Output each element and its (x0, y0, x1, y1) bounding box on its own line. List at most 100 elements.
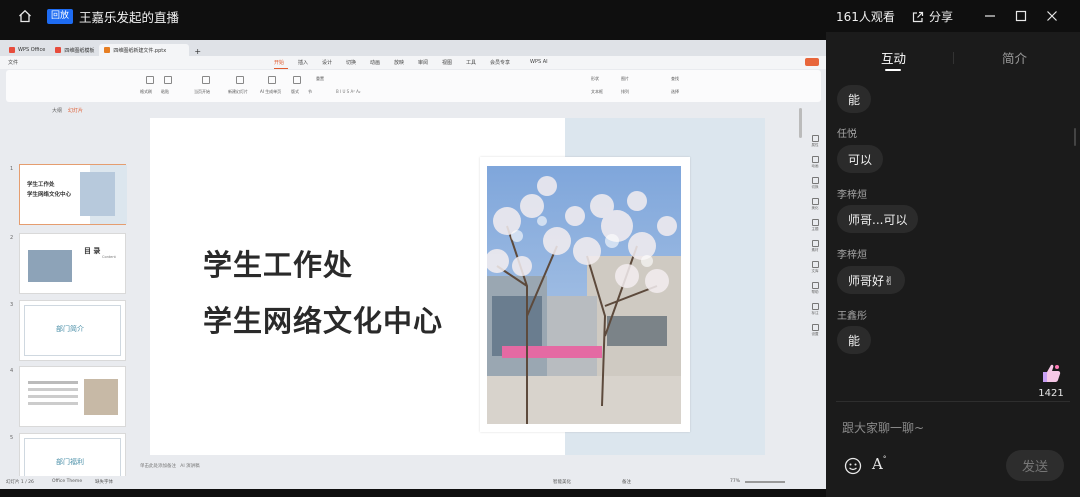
slide-thumbnail-2[interactable]: 目 录 Content (19, 233, 126, 294)
ribbon-label: 粘贴 (161, 89, 169, 94)
menu-animation[interactable]: 动画 (370, 59, 380, 66)
menu-review[interactable]: 审阅 (418, 59, 428, 66)
notes-bar[interactable]: 单击此处添加备注 AI 演讲稿 (140, 463, 200, 469)
menu-view[interactable]: 视图 (442, 59, 452, 66)
side-tool-annotate[interactable]: 标注 (810, 303, 820, 316)
side-tool-label: 主题 (811, 227, 819, 231)
side-tool-help[interactable]: 帮助 (810, 282, 820, 295)
close-button[interactable] (1042, 6, 1062, 26)
menu-home[interactable]: 开始 (274, 59, 284, 66)
side-tool-theme[interactable]: 主题 (810, 219, 820, 232)
side-tool-label: 美化 (811, 206, 819, 210)
menu-wps-ai[interactable]: WPS AI (530, 59, 548, 65)
tab-label: 四维图纸模板 (64, 48, 95, 54)
ribbon-label[interactable]: 图片 (621, 76, 629, 82)
emoji-icon[interactable] (844, 457, 862, 475)
menu-insert[interactable]: 插入 (298, 59, 308, 66)
ribbon-label[interactable]: 选择 (671, 89, 679, 95)
tab-separator (953, 52, 954, 64)
font-style-row[interactable]: B I U S A² A₂ (336, 89, 360, 94)
ai-notes-button[interactable]: AI 演讲稿 (180, 464, 199, 469)
side-tool-label: 动画 (811, 164, 819, 168)
new-tab-button[interactable]: + (189, 44, 206, 56)
slide-number: 5 (10, 435, 14, 441)
share-upload-button[interactable] (805, 58, 819, 66)
outline-tab[interactable]: 大纲 (52, 108, 62, 114)
magnolia-building-image (487, 166, 681, 424)
chat-message: 师哥好✌ (837, 266, 906, 294)
slide-thumbnail-3[interactable]: 部门简介 (19, 300, 126, 361)
menu-transition[interactable]: 切换 (346, 59, 356, 66)
close-icon (1047, 11, 1057, 21)
ribbon-label[interactable]: 节 (308, 89, 312, 95)
wps-tab[interactable]: WPS Office (4, 44, 50, 56)
zoom-slider[interactable] (745, 481, 785, 483)
status-bar: 幻灯片 1 / 26 Office Theme 缺失字体 智能美化 备注 77% (0, 476, 826, 489)
side-tool-properties[interactable]: 属性 (810, 135, 820, 148)
thumb-line (28, 402, 78, 405)
side-tool-label: 素材 (811, 248, 819, 252)
thumb-line (28, 388, 78, 391)
side-tool-library[interactable]: 文库 (810, 261, 820, 274)
minimize-button[interactable] (980, 6, 1000, 26)
slides-tab[interactable]: 幻灯片 (68, 108, 83, 114)
tab-label: WPS Office (18, 47, 46, 53)
format-painter-icon[interactable] (146, 76, 154, 84)
text-style-icon[interactable]: A° (872, 455, 886, 473)
properties-icon (811, 135, 819, 142)
wps-tab-active[interactable]: 四维图纸新建文件.pptx (99, 44, 190, 56)
maximize-icon (1015, 10, 1027, 22)
paste-icon[interactable] (164, 76, 172, 84)
ai-slide-icon[interactable] (268, 76, 276, 84)
tab-interaction[interactable]: 互动 (881, 48, 906, 67)
home-icon[interactable] (18, 9, 32, 23)
menu-slideshow[interactable]: 放映 (394, 59, 404, 66)
ribbon-label[interactable]: 排列 (621, 89, 629, 95)
message-text: 可以 (848, 152, 873, 167)
play-from-current-icon[interactable] (202, 76, 210, 84)
side-tool-animation[interactable]: 动画 (810, 156, 820, 169)
menu-member[interactable]: 会员专享 (490, 59, 510, 66)
chat-message: 能 (837, 85, 872, 113)
side-tool-settings[interactable]: 设置 (810, 324, 820, 337)
like-button[interactable]: 1421 (1038, 363, 1064, 399)
ribbon-label[interactable]: 重置 (316, 76, 324, 82)
wps-tab-bar: WPS Office 四维图纸模板 四维图纸新建文件.pptx + (0, 40, 826, 56)
layout-icon[interactable] (293, 76, 301, 84)
share-button[interactable]: 分享 (912, 8, 953, 25)
tab-intro[interactable]: 简介 (1002, 48, 1027, 67)
smart-beautify-button[interactable]: 智能美化 (553, 479, 571, 485)
send-button[interactable]: 发送 (1006, 450, 1064, 481)
menu-file[interactable]: 文件 (8, 59, 18, 66)
slide-thumbnail-1[interactable]: 学生工作处 学生网络文化中心 (19, 164, 127, 225)
menu-design[interactable]: 设计 (322, 59, 332, 66)
chat-message: 可以 (837, 145, 884, 173)
viewer-count: 161人观看 (836, 10, 895, 24)
thumb-text: 学生工作处 (27, 182, 55, 188)
thumb-photo (80, 172, 115, 216)
side-tool-beautify[interactable]: 美化 (810, 198, 820, 211)
message-author: 李梓烜 (837, 250, 867, 261)
thumb-text: 部门简介 (56, 325, 84, 333)
menu-tools[interactable]: 工具 (466, 59, 476, 66)
missing-font[interactable]: 缺失字体 (95, 479, 113, 485)
slide-thumbnail-4[interactable] (19, 366, 126, 427)
ribbon-label[interactable]: 查找 (671, 76, 679, 82)
settings-icon (811, 324, 819, 331)
ribbon-label[interactable]: 文本框 (591, 89, 603, 95)
chat-input[interactable]: 跟大家聊一聊~ (842, 419, 924, 436)
side-tool-transition[interactable]: 切换 (810, 177, 820, 190)
wps-logo-icon (9, 47, 15, 53)
thumb-photo (28, 250, 72, 282)
message-text: 能 (848, 333, 861, 348)
live-title: 王嘉乐发起的直播 (79, 9, 180, 25)
chat-message: 师哥...可以 (837, 205, 919, 233)
side-tool-assets[interactable]: 素材 (810, 240, 820, 253)
editor-scrollbar[interactable] (799, 108, 802, 138)
new-slide-icon[interactable] (236, 76, 244, 84)
maximize-button[interactable] (1011, 6, 1031, 26)
chat-scrollbar[interactable] (1074, 128, 1076, 146)
ribbon-label[interactable]: 形状 (591, 76, 599, 82)
wps-tab[interactable]: 四维图纸模板 (50, 44, 99, 56)
notes-toggle[interactable]: 备注 (622, 479, 631, 485)
